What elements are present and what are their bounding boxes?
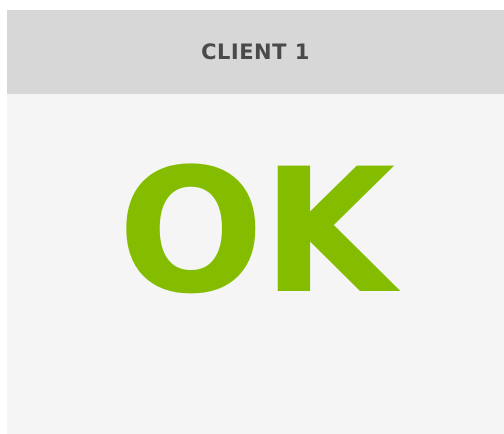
card-body: OK <box>7 94 504 434</box>
client-status-card: CLIENT 1 OK <box>7 10 504 434</box>
client-title: CLIENT 1 <box>201 40 310 64</box>
status-text: OK <box>117 131 396 332</box>
card-header: CLIENT 1 <box>7 10 504 94</box>
